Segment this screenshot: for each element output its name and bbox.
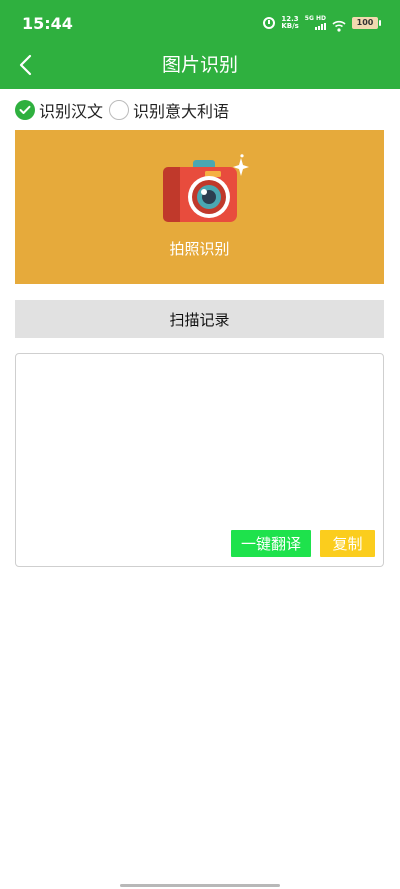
photo-recognition-button[interactable]: 拍照识别 xyxy=(15,130,384,284)
language-options: 识别汉文 识别意大利语 xyxy=(15,98,235,122)
battery-icon: 100 xyxy=(352,17,381,29)
photo-recognition-label: 拍照识别 xyxy=(169,240,230,258)
copy-button[interactable]: 复制 xyxy=(320,530,375,557)
network-type: 5G HD xyxy=(304,15,326,22)
camera-icon xyxy=(163,154,249,222)
check-icon xyxy=(19,105,31,114)
scan-records-button[interactable]: 扫描记录 xyxy=(15,300,384,338)
alarm-icon xyxy=(263,17,276,29)
app-bar: 15:44 12.3 KB/s 5G HD 100 图片识别 xyxy=(0,0,400,89)
status-time: 15:44 xyxy=(22,14,73,33)
translate-button[interactable]: 一键翻译 xyxy=(231,530,311,557)
net-speed-unit: KB/s xyxy=(281,22,299,30)
net-speed: 12.3 KB/s xyxy=(281,16,298,30)
radio-recognize-chinese[interactable] xyxy=(15,100,35,120)
option-label-chinese[interactable]: 识别汉文 xyxy=(39,98,103,122)
page-title: 图片识别 xyxy=(161,54,238,76)
signal-icon: 5G HD xyxy=(305,16,326,30)
wifi-icon xyxy=(332,17,346,32)
status-icons: 12.3 KB/s 5G HD 100 xyxy=(263,14,381,32)
radio-recognize-italian[interactable] xyxy=(109,100,130,120)
recognition-text-area[interactable]: 一键翻译 复制 xyxy=(15,353,384,567)
home-indicator[interactable] xyxy=(120,884,280,887)
status-bar: 15:44 12.3 KB/s 5G HD 100 xyxy=(0,0,400,44)
option-label-italian[interactable]: 识别意大利语 xyxy=(133,98,229,122)
